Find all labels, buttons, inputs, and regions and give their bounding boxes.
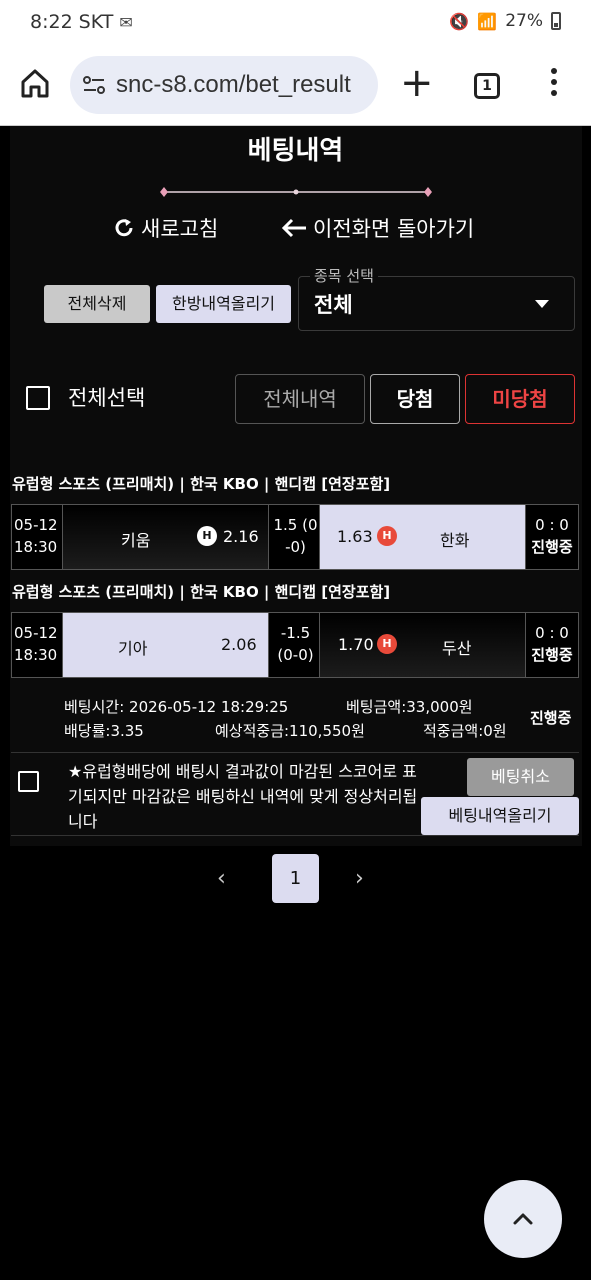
match-score: 0 : 0 진행중: [526, 505, 578, 569]
away-pick[interactable]: 1.70 H 두산: [320, 613, 526, 677]
more-menu-icon[interactable]: [549, 68, 559, 102]
select-all-label: 전체선택: [68, 386, 146, 410]
handicap-line-text: -0): [285, 538, 306, 556]
page-title: 베팅내역: [247, 136, 344, 166]
score-text: 0 : 0: [535, 516, 569, 534]
status-bar: 8:22 SKT ✉ 🔇 📶 27%: [0, 0, 591, 44]
page-number[interactable]: 1: [272, 854, 319, 903]
browser-toolbar: snc-s8.com/bet_result + 1: [0, 44, 591, 126]
dropdown-arrow-icon: [535, 300, 549, 308]
cancel-bet-button[interactable]: 베팅취소: [467, 758, 574, 796]
page-content: 베팅내역 새로고침 이전화면 돌아가기 전체삭제 한방내역올리기 종목 선택 전…: [0, 126, 591, 1280]
chevron-right-icon[interactable]: ›: [355, 866, 364, 891]
pagination: ‹ 1 ›: [205, 854, 383, 904]
away-pick[interactable]: 1.63 H 한화: [320, 505, 526, 569]
refresh-button[interactable]: 새로고침: [113, 213, 218, 243]
handicap-badge-icon: H: [377, 526, 397, 546]
upload-bet-history-button[interactable]: 베팅내역올리기: [421, 797, 579, 835]
match-datetime: 05-12 18:30: [12, 505, 63, 569]
home-icon[interactable]: [18, 66, 52, 100]
tab-lose[interactable]: 미당첨: [465, 374, 575, 424]
bet-amount: 베팅금액:33,000원: [346, 698, 473, 716]
home-odds: 2.16: [223, 527, 259, 546]
home-odds: 2.06: [221, 635, 257, 654]
tab-win[interactable]: 당첨: [370, 374, 460, 424]
battery-icon: [551, 12, 561, 30]
handicap-line-text: -1.5: [280, 624, 311, 642]
home-team: 기아: [118, 639, 148, 658]
select-all-checkbox[interactable]: [26, 386, 50, 410]
address-bar[interactable]: snc-s8.com/bet_result: [70, 56, 378, 114]
chevron-left-icon[interactable]: ‹: [217, 866, 226, 891]
won-amount: 적중금액:0원: [423, 722, 507, 740]
match-date: 05-12: [14, 624, 58, 642]
match-row: 05-12 18:30 기아 2.06 -1.5 (0-0) 1.70 H 두산…: [11, 612, 579, 678]
score-text: 0 : 0: [535, 624, 569, 642]
match-row: 05-12 18:30 키움 H 2.16 1.5 (0 -0) 1.63 H …: [11, 504, 579, 570]
new-tab-button[interactable]: +: [400, 63, 434, 103]
bet-time: 베팅시간: 2026-05-12 18:29:25: [64, 698, 289, 716]
home-pick[interactable]: 키움 H 2.16: [63, 505, 269, 569]
refresh-icon: [115, 219, 133, 237]
mute-icon: 🔇: [449, 11, 470, 31]
bet-status: 진행중: [530, 709, 572, 727]
match-header: 유럽형 스포츠 (프리매치) | 한국 KBO | 핸디캡 [연장포함]: [12, 475, 391, 493]
mail-icon: ✉: [119, 12, 133, 32]
expected-win: 예상적중금:110,550원: [215, 722, 365, 740]
scroll-to-top-button[interactable]: [484, 1180, 562, 1258]
home-team: 키움: [121, 531, 151, 550]
go-back-label: 이전화면 돌아가기: [313, 217, 475, 241]
upload-all-history-button[interactable]: 한방내역올리기: [156, 285, 291, 323]
status-time: 8:22: [30, 11, 73, 33]
delete-all-button[interactable]: 전체삭제: [44, 285, 150, 323]
away-team: 두산: [442, 639, 472, 658]
battery-percent: 27%: [505, 11, 543, 31]
title-ornament: [160, 187, 432, 197]
match-date: 05-12: [14, 516, 58, 534]
tab-switcher-button[interactable]: 1: [474, 73, 500, 99]
match-datetime: 05-12 18:30: [12, 613, 63, 677]
away-team: 한화: [440, 531, 470, 550]
home-pick[interactable]: 기아 2.06: [63, 613, 269, 677]
handicap-line: -1.5 (0-0): [269, 613, 320, 677]
bet-select-checkbox[interactable]: [18, 771, 39, 792]
match-status: 진행중: [531, 538, 573, 556]
match-score: 0 : 0 진행중: [526, 613, 578, 677]
status-carrier: SKT: [78, 11, 114, 33]
match-time: 18:30: [14, 646, 58, 664]
refresh-label: 새로고침: [141, 217, 219, 241]
away-odds: 1.70: [338, 635, 374, 654]
away-odds: 1.63: [337, 527, 373, 546]
odds-rate: 배당률:3.35: [64, 722, 144, 740]
handicap-line: 1.5 (0 -0): [269, 505, 320, 569]
handicap-badge-icon: H: [197, 526, 217, 546]
sport-select-value: 전체: [314, 293, 353, 317]
match-time: 18:30: [14, 538, 58, 556]
arrow-left-icon: [281, 218, 306, 238]
sport-select-label: 종목 선택: [310, 265, 378, 286]
handicap-line-text: 1.5 (0: [273, 516, 318, 534]
match-header: 유럽형 스포츠 (프리매치) | 한국 KBO | 핸디캡 [연장포함]: [12, 583, 391, 601]
notice-text: ★유럽형배당에 배팅시 결과값이 마감된 스코어로 표기되지만 마감값은 배팅하…: [68, 762, 418, 831]
handicap-line-text: (0-0): [277, 646, 314, 664]
go-back-button[interactable]: 이전화면 돌아가기: [281, 213, 474, 243]
handicap-badge-icon: H: [377, 634, 397, 654]
wifi-icon: 📶: [477, 11, 498, 31]
url-text: snc-s8.com/bet_result: [116, 71, 351, 98]
chevron-up-icon: [513, 1213, 533, 1225]
site-settings-icon[interactable]: [82, 75, 106, 95]
match-status: 진행중: [531, 646, 573, 664]
tab-all-history[interactable]: 전체내역: [235, 374, 365, 424]
